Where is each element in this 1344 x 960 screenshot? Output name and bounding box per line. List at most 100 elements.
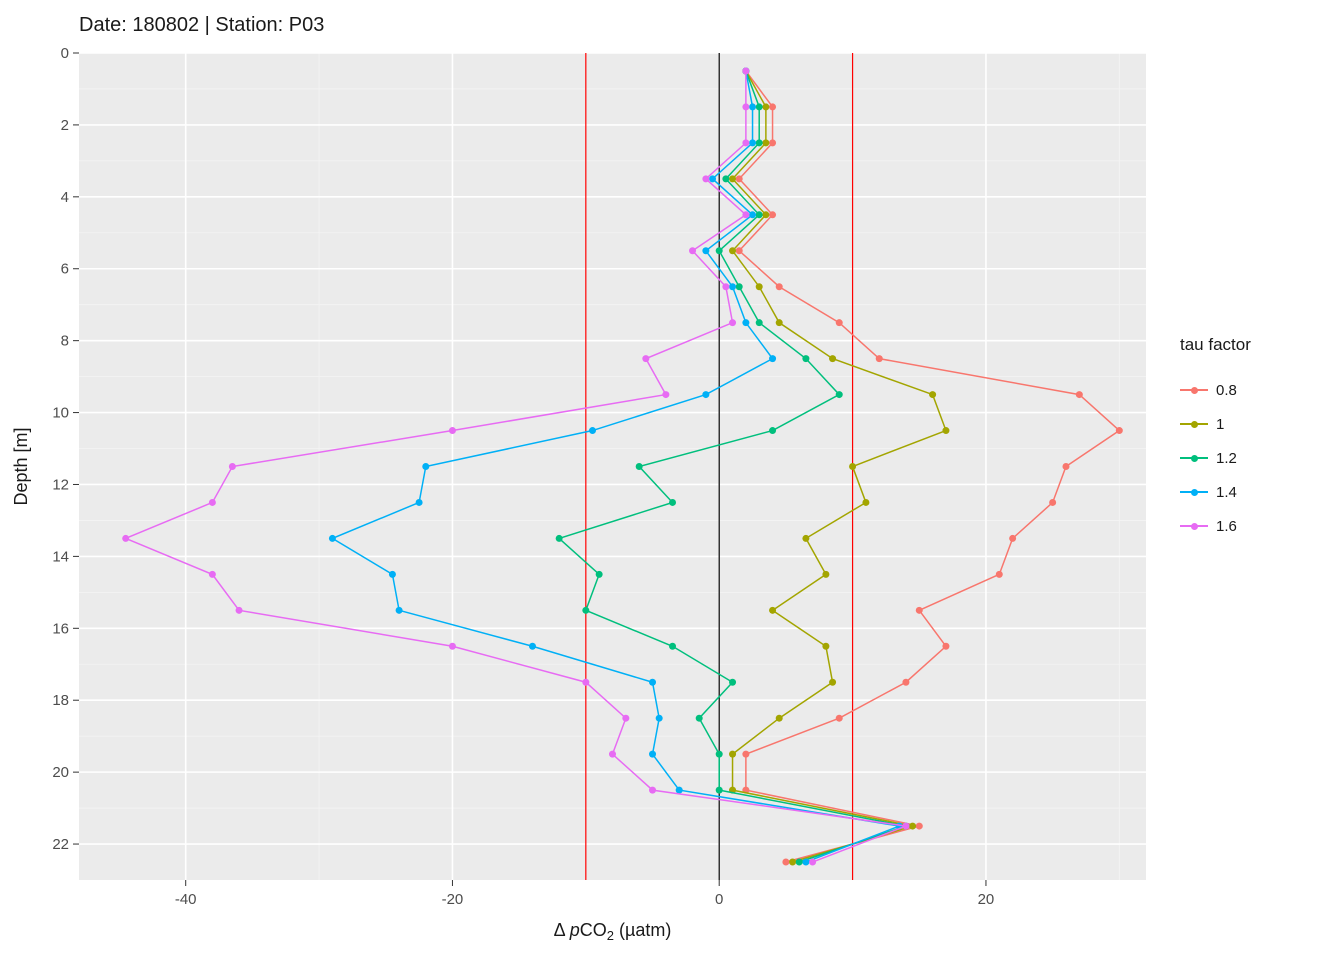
legend-swatch [1180, 423, 1208, 425]
legend-label: 0.8 [1216, 382, 1237, 399]
series-point-1.2 [802, 355, 809, 362]
series-point-1.2 [556, 535, 563, 542]
series-point-0.8 [996, 571, 1003, 578]
series-point-0.8 [916, 607, 923, 614]
y-tick-label: 16 [52, 620, 69, 637]
series-point-1 [942, 427, 949, 434]
series-point-1 [762, 103, 769, 110]
series-point-0.8 [836, 715, 843, 722]
series-point-1.2 [756, 319, 763, 326]
legend-label: 1 [1216, 416, 1224, 433]
y-tick-label: 2 [61, 117, 69, 134]
series-point-1 [789, 859, 796, 866]
series-point-1.6 [229, 463, 236, 470]
series-point-0.8 [782, 859, 789, 866]
series-point-1 [822, 643, 829, 650]
legend-item-0.8: 0.8 [1180, 373, 1251, 407]
series-point-1.2 [669, 643, 676, 650]
legend-item-1.4: 1.4 [1180, 475, 1251, 509]
series-point-1 [862, 499, 869, 506]
series-point-0.8 [776, 283, 783, 290]
series-point-1.2 [669, 499, 676, 506]
series-point-0.8 [1009, 535, 1016, 542]
y-tick-label: 4 [61, 189, 69, 206]
series-point-0.8 [1049, 499, 1056, 506]
series-point-1.2 [716, 751, 723, 758]
series-point-1.4 [649, 751, 656, 758]
series-point-1.2 [716, 787, 723, 794]
series-point-1 [776, 715, 783, 722]
series-point-0.8 [942, 643, 949, 650]
series-point-1.4 [742, 319, 749, 326]
y-tick-label: 8 [61, 333, 69, 350]
series-point-1.6 [449, 427, 456, 434]
series-point-1 [909, 823, 916, 830]
series-point-1 [762, 211, 769, 218]
series-point-0.8 [916, 823, 923, 830]
series-point-1.2 [756, 139, 763, 146]
series-point-1.4 [396, 607, 403, 614]
legend-swatch [1180, 389, 1208, 391]
legend-label: 1.2 [1216, 450, 1237, 467]
series-point-1.2 [716, 247, 723, 254]
series-point-1 [829, 679, 836, 686]
series-point-1.4 [702, 247, 709, 254]
series-point-1.4 [656, 715, 663, 722]
series-point-1.2 [596, 571, 603, 578]
series-point-0.8 [769, 211, 776, 218]
series-point-1.2 [722, 175, 729, 182]
series-point-1.6 [642, 355, 649, 362]
series-point-0.8 [1076, 391, 1083, 398]
series-point-1.2 [729, 679, 736, 686]
x-tick-label: -20 [442, 891, 464, 908]
y-axis-title: Depth [m] [11, 427, 31, 505]
series-point-0.8 [736, 247, 743, 254]
series-point-0.8 [769, 139, 776, 146]
series-point-1.6 [742, 103, 749, 110]
chart-container: -40-200200246810121416182022Δ pCO2 (µatm… [0, 0, 1344, 960]
y-tick-label: 0 [61, 45, 69, 62]
series-point-1 [822, 571, 829, 578]
series-point-1.6 [902, 823, 909, 830]
series-point-1.2 [769, 427, 776, 434]
series-point-1.6 [722, 283, 729, 290]
legend-item-1.6: 1.6 [1180, 509, 1251, 543]
series-point-1.4 [729, 283, 736, 290]
series-point-1.2 [836, 391, 843, 398]
series-point-1.6 [122, 535, 129, 542]
series-point-1.4 [329, 535, 336, 542]
y-tick-label: 22 [52, 836, 69, 853]
legend-swatch [1180, 457, 1208, 459]
series-point-1 [729, 247, 736, 254]
series-point-1.2 [756, 103, 763, 110]
x-tick-label: -40 [175, 891, 197, 908]
series-point-1.4 [529, 643, 536, 650]
series-point-0.8 [902, 679, 909, 686]
series-point-1.6 [609, 751, 616, 758]
series-point-1 [769, 607, 776, 614]
series-point-1 [776, 319, 783, 326]
series-point-1.4 [769, 355, 776, 362]
series-point-1 [849, 463, 856, 470]
series-point-1.6 [209, 571, 216, 578]
x-tick-label: 0 [715, 891, 723, 908]
series-point-1 [729, 751, 736, 758]
series-point-1.4 [589, 427, 596, 434]
legend-label: 1.6 [1216, 518, 1237, 535]
series-point-0.8 [1062, 463, 1069, 470]
series-point-1.4 [422, 463, 429, 470]
legend-item-1.2: 1.2 [1180, 441, 1251, 475]
legend-item-1: 1 [1180, 407, 1251, 441]
series-point-1.6 [689, 247, 696, 254]
series-point-1 [729, 175, 736, 182]
series-point-1.6 [662, 391, 669, 398]
series-point-1.4 [389, 571, 396, 578]
series-point-1 [762, 139, 769, 146]
series-point-1.2 [736, 283, 743, 290]
y-tick-label: 6 [61, 261, 69, 278]
series-point-1.2 [756, 211, 763, 218]
series-point-0.8 [836, 319, 843, 326]
series-point-1.4 [649, 679, 656, 686]
series-point-1.4 [702, 391, 709, 398]
series-point-1.6 [742, 67, 749, 74]
